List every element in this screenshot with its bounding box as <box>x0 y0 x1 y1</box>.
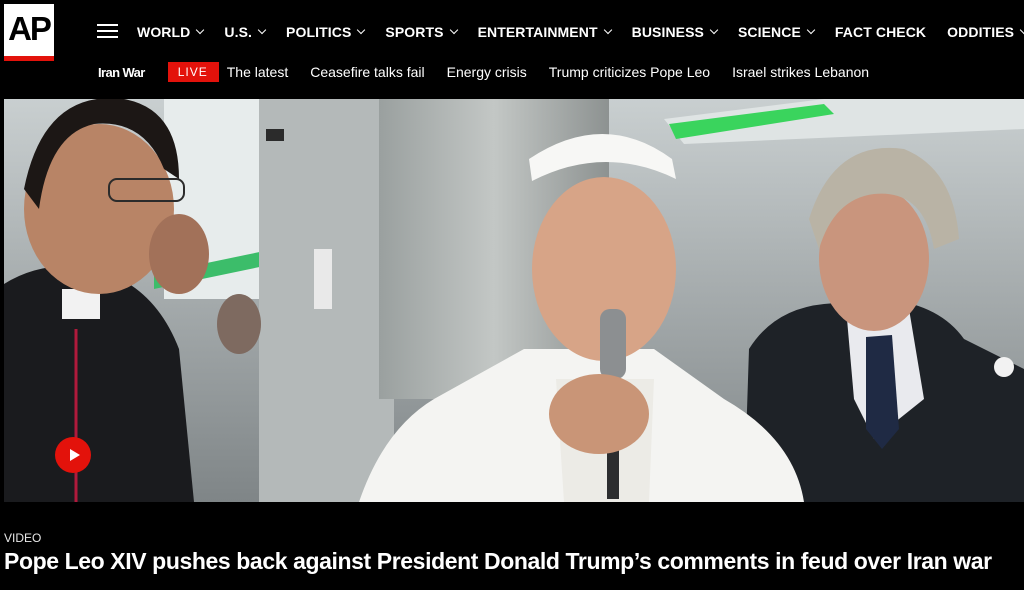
main-nav: WORLD U.S. POLITICS SPORTS ENTERTAINMENT… <box>137 20 1024 44</box>
chevron-down-icon <box>709 25 719 35</box>
live-badge[interactable]: LIVE <box>167 62 219 82</box>
trending-link-ceasefire[interactable]: Ceasefire talks fail <box>310 64 424 80</box>
nav-item-label: BUSINESS <box>631 24 704 40</box>
trending-link-energy[interactable]: Energy crisis <box>447 64 527 80</box>
site-header: AP WORLD U.S. POLITICS SPORTS ENTERTAINM… <box>0 0 1024 95</box>
nav-item-sports[interactable]: SPORTS <box>385 20 458 44</box>
hero-photo <box>4 99 1024 502</box>
nav-item-science[interactable]: SCIENCE <box>737 20 816 44</box>
nav-item-oddities[interactable]: ODDITIES <box>947 20 1024 44</box>
trending-bar: Iran War LIVE The latest Ceasefire talks… <box>98 61 891 83</box>
nav-item-world[interactable]: WORLD <box>137 20 205 44</box>
trending-link-latest[interactable]: The latest <box>227 64 288 80</box>
nav-item-label: SPORTS <box>385 24 444 40</box>
chevron-down-icon <box>603 25 612 35</box>
nav-item-label: ODDITIES <box>947 24 1015 40</box>
trending-link-lebanon[interactable]: Israel strikes Lebanon <box>732 64 869 80</box>
ap-logo[interactable]: AP <box>4 4 54 61</box>
nav-item-label: ENTERTAINMENT <box>477 24 598 40</box>
play-button[interactable] <box>55 437 91 473</box>
hero-video[interactable] <box>4 99 1024 502</box>
nav-item-politics[interactable]: POLITICS <box>286 20 366 44</box>
nav-item-label: U.S. <box>224 24 253 40</box>
nav-item-fact-check[interactable]: FACT CHECK <box>835 20 926 44</box>
nav-item-label: FACT CHECK <box>834 24 927 40</box>
chevron-down-icon <box>357 25 366 35</box>
trending-topic[interactable]: Iran War <box>98 65 145 80</box>
nav-item-label: WORLD <box>137 24 191 40</box>
headline-link[interactable]: Pope Leo XIV pushes back against Preside… <box>4 548 992 575</box>
play-icon <box>69 449 80 461</box>
nav-item-us[interactable]: U.S. <box>224 20 267 44</box>
chevron-down-icon <box>196 25 205 35</box>
chevron-down-icon <box>257 25 267 35</box>
nav-item-entertainment[interactable]: ENTERTAINMENT <box>477 20 612 44</box>
nav-item-label: POLITICS <box>286 24 352 40</box>
chevron-down-icon <box>806 25 816 35</box>
hamburger-menu-icon[interactable] <box>97 24 118 39</box>
media-type-label: VIDEO <box>4 531 42 545</box>
nav-item-business[interactable]: BUSINESS <box>631 20 719 44</box>
trending-link-pope[interactable]: Trump criticizes Pope Leo <box>549 64 710 80</box>
chevron-down-icon <box>449 25 458 35</box>
nav-item-label: SCIENCE <box>737 24 801 40</box>
chevron-down-icon <box>1019 25 1024 35</box>
